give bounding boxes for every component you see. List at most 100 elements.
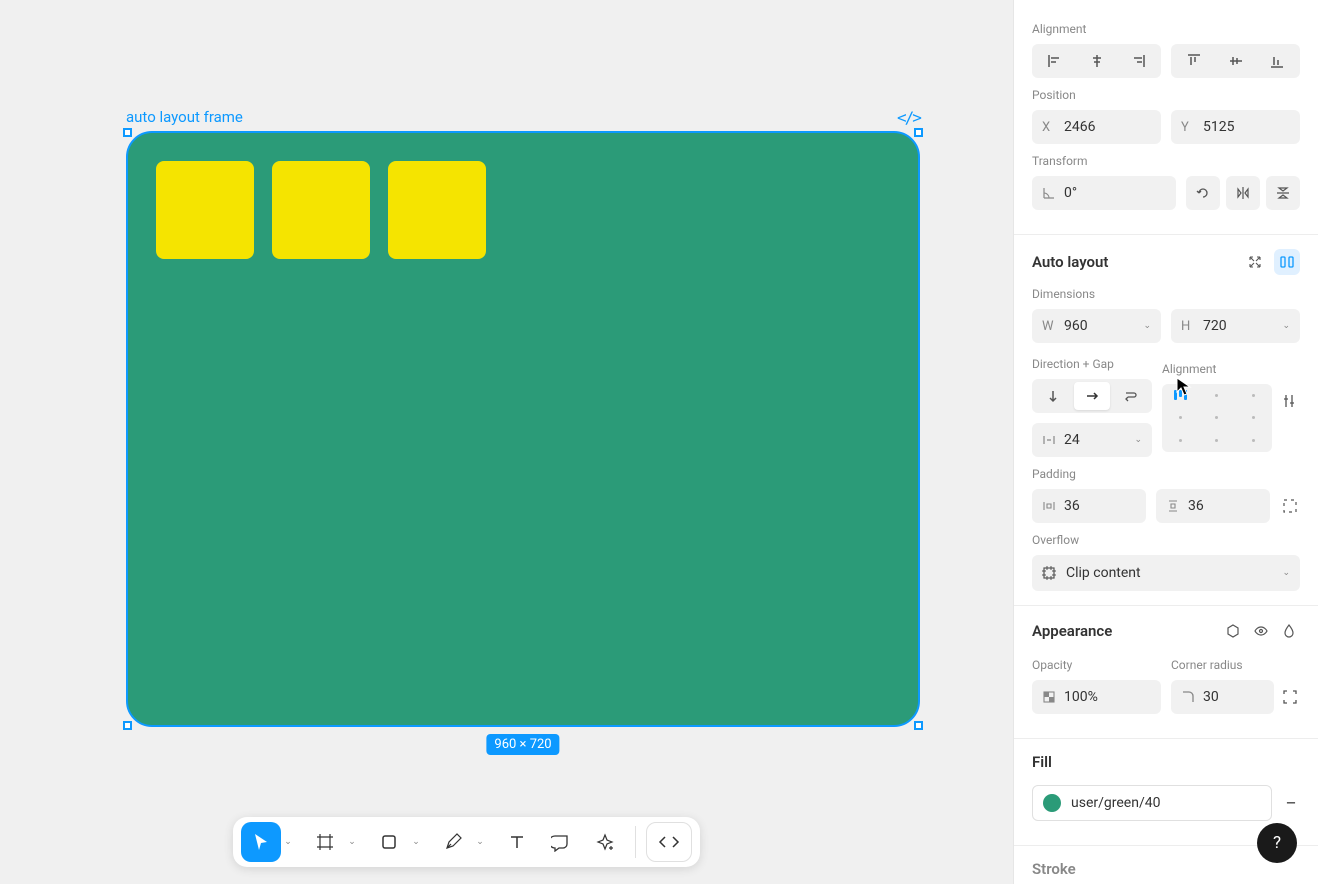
variable-icon [1225, 623, 1241, 639]
blend-button[interactable] [1278, 620, 1300, 642]
align-vcenter-icon [1228, 53, 1244, 69]
alignment-picker[interactable] [1162, 384, 1272, 452]
auto-layout-frame[interactable]: 960 × 720 [126, 131, 920, 727]
cursor-icon [251, 832, 271, 852]
fill-title: Fill [1032, 753, 1052, 771]
help-button[interactable]: ? [1257, 823, 1297, 863]
align-vcenter-button[interactable] [1216, 47, 1256, 75]
position-label: Position [1032, 88, 1300, 102]
align-vertical-group [1171, 44, 1300, 78]
flip-horizontal-button[interactable] [1226, 176, 1260, 210]
align-top-icon [1186, 53, 1202, 69]
detach-style-button[interactable]: − [1282, 786, 1300, 820]
chevron-down-icon[interactable]: ⌄ [1282, 321, 1290, 331]
align-bottom-button[interactable] [1257, 47, 1297, 75]
comment-tool[interactable] [541, 822, 581, 862]
remove-autolayout-button[interactable] [1242, 249, 1268, 275]
x-letter: X [1042, 120, 1056, 135]
toolbar: ⌄ ⌄ ⌄ ⌄ [233, 817, 700, 867]
appearance-title: Appearance [1032, 622, 1112, 640]
align-hcenter-button[interactable] [1077, 47, 1117, 75]
move-tool[interactable] [241, 822, 281, 862]
align-hcenter-icon [1089, 53, 1105, 69]
height-field[interactable]: H 720 ⌄ [1171, 309, 1300, 343]
toolbar-separator [635, 826, 636, 858]
align-right-button[interactable] [1118, 47, 1158, 75]
direction-gap-label: Direction + Gap [1032, 357, 1152, 371]
rotate-90-button[interactable] [1186, 176, 1220, 210]
dev-mode-toggle[interactable] [646, 822, 692, 862]
code-icon[interactable]: </> [897, 108, 920, 127]
chevron-down-icon[interactable]: ⌄ [1143, 321, 1151, 331]
frame-child-box[interactable] [388, 161, 486, 259]
sparkle-icon [595, 832, 615, 852]
padding-horizontal-field[interactable]: 36 [1032, 489, 1146, 523]
collapse-icon [1247, 254, 1263, 270]
add-autolayout-button[interactable] [1274, 249, 1300, 275]
padding-individual-button[interactable] [1280, 489, 1300, 523]
align-top-button[interactable] [1174, 47, 1214, 75]
frame-child-box[interactable] [156, 161, 254, 259]
y-field[interactable]: Y 5125 [1171, 110, 1300, 144]
angle-icon [1042, 186, 1056, 200]
shape-tool[interactable] [369, 822, 409, 862]
autolayout-section: Auto layout Dimensions W 960 ⌄ H 720 ⌄ [1014, 235, 1318, 606]
text-tool[interactable] [497, 822, 537, 862]
alignment-settings-button[interactable] [1280, 384, 1300, 418]
gap-icon [1042, 433, 1056, 447]
clip-icon [1042, 566, 1056, 580]
overflow-select[interactable]: Clip content ⌄ [1032, 555, 1300, 591]
alignment-indicator-icon [1174, 390, 1187, 400]
corner-label: Corner radius [1171, 658, 1300, 672]
y-value: 5125 [1203, 119, 1290, 135]
opacity-field[interactable]: 100% [1032, 680, 1161, 714]
actions-tool[interactable] [585, 822, 625, 862]
pen-tool-caret[interactable]: ⌄ [473, 837, 487, 847]
dev-icon [658, 834, 680, 850]
frame-child-box[interactable] [272, 161, 370, 259]
sliders-icon [1282, 393, 1298, 409]
direction-horizontal-button[interactable] [1074, 382, 1111, 410]
frame-name-label[interactable]: auto layout frame [126, 108, 243, 126]
rotate-icon [1195, 185, 1211, 201]
arrow-down-icon [1046, 389, 1060, 403]
align-left-button[interactable] [1035, 47, 1075, 75]
frame-tool-caret[interactable]: ⌄ [345, 837, 359, 847]
individual-corners-icon [1282, 689, 1298, 705]
alignment-sub-label: Alignment [1162, 362, 1300, 376]
flip-vertical-button[interactable] [1266, 176, 1300, 210]
align-bottom-icon [1269, 53, 1285, 69]
fill-style-chip[interactable]: user/green/40 [1032, 785, 1272, 821]
autolayout-icon [1279, 254, 1295, 270]
comment-icon [551, 832, 571, 852]
x-field[interactable]: X 2466 [1032, 110, 1161, 144]
style-button[interactable] [1222, 620, 1244, 642]
chevron-down-icon[interactable]: ⌄ [1134, 435, 1142, 445]
rotation-field[interactable]: 0° [1032, 176, 1176, 210]
width-field[interactable]: W 960 ⌄ [1032, 309, 1161, 343]
padding-vertical-field[interactable]: 36 [1156, 489, 1270, 523]
frame-tool[interactable] [305, 822, 345, 862]
pen-icon [443, 832, 463, 852]
flip-v-icon [1275, 185, 1291, 201]
selection-handle[interactable] [123, 721, 132, 730]
selection-handle[interactable] [914, 721, 923, 730]
gap-field[interactable]: 24 ⌄ [1032, 423, 1152, 457]
selection-handle[interactable] [914, 128, 923, 137]
design-panel: Alignment [1013, 0, 1318, 884]
y-letter: Y [1181, 120, 1195, 135]
corner-radius-field[interactable]: 30 [1171, 680, 1274, 714]
appearance-section: Appearance Opacity 100% [1014, 606, 1318, 739]
align-left-icon [1047, 53, 1063, 69]
direction-wrap-button[interactable] [1112, 382, 1149, 410]
stroke-title: Stroke [1032, 860, 1076, 878]
overflow-label: Overflow [1032, 533, 1300, 547]
direction-vertical-button[interactable] [1035, 382, 1072, 410]
pen-tool[interactable] [433, 822, 473, 862]
move-tool-caret[interactable]: ⌄ [281, 837, 295, 847]
visibility-button[interactable] [1250, 620, 1272, 642]
shape-tool-caret[interactable]: ⌄ [409, 837, 423, 847]
canvas-area[interactable]: auto layout frame </> 960 × 720 [0, 0, 1013, 884]
selection-handle[interactable] [123, 128, 132, 137]
corner-individual-button[interactable] [1280, 680, 1300, 714]
